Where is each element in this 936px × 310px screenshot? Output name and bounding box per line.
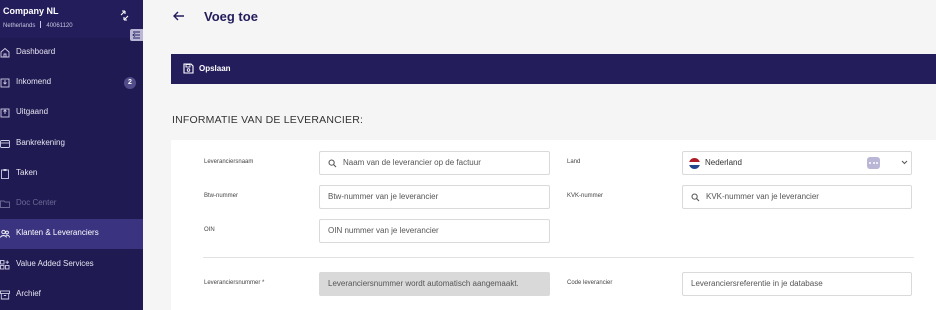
oin-label: OIN — [204, 227, 215, 233]
clipboard-icon — [1, 169, 9, 179]
company-details: Netherlands 40061120 — [3, 21, 73, 29]
country-label: Land — [567, 159, 581, 165]
vat-number-input[interactable]: Btw-nummer van je leverancier — [319, 185, 550, 209]
more-options-button[interactable] — [867, 157, 880, 169]
sidebar-item-label: Inkomend — [16, 77, 52, 86]
sidebar-item-bankrekening[interactable]: Bankrekening — [0, 129, 143, 159]
country-value: Nederland — [705, 158, 742, 167]
outbox-icon — [0, 108, 10, 118]
chevron-down-icon — [901, 160, 908, 165]
supplier-code-placeholder: Leveranciersreferentie in je database — [691, 279, 823, 288]
sidebar-item-label: Taken — [16, 168, 38, 177]
sidebar-item-label: Klanten & Leveranciers — [16, 228, 99, 237]
supplier-name-placeholder: Naam van de leverancier op de factuur — [343, 158, 481, 167]
company-switcher[interactable]: Company NL Netherlands 40061120 — [0, 0, 143, 38]
count-badge: 2 — [124, 77, 136, 89]
company-country: Netherlands — [3, 23, 36, 29]
sidebar-item-archief[interactable]: Archief — [0, 280, 143, 310]
netherlands-flag-icon — [689, 158, 700, 169]
sidebar-item-inkomend[interactable]: Inkomend 2 — [0, 68, 143, 98]
sidebar-item-label: Archief — [16, 289, 41, 298]
sidebar: Company NL Netherlands 40061120 Dashboard… — [0, 0, 143, 310]
sidebar-item-label: Value Added Services — [16, 259, 94, 268]
supplier-name-input[interactable]: Naam van de leverancier op de factuur — [319, 151, 550, 175]
kvk-number-input[interactable]: KVK-nummer van je leverancier — [682, 185, 912, 209]
supplier-name-label: Leveranciersnaam — [204, 159, 254, 165]
sidebar-item-klanten-leveranciers[interactable]: Klanten & Leveranciers — [0, 219, 143, 249]
supplier-number-label: Leveranciersnummer * — [204, 280, 265, 286]
company-id: 40061120 — [46, 23, 73, 29]
separator — [40, 21, 42, 28]
supplier-code-label: Code leverancier — [567, 280, 613, 286]
sidebar-item-label: Uitgaand — [16, 107, 49, 116]
inbox-icon — [0, 78, 10, 88]
users-icon — [0, 229, 10, 238]
supplier-form: Leveranciersnaam Naam van de leverancier… — [171, 140, 936, 310]
kvk-number-label: KVK-nummer — [567, 193, 604, 199]
folder-icon — [0, 200, 10, 208]
home-icon — [0, 47, 10, 58]
section-title: INFORMATIE VAN DE LEVERANCIER: — [172, 114, 364, 126]
sidebar-item-taken[interactable]: Taken — [0, 159, 143, 189]
bank-card-icon — [0, 140, 10, 148]
save-button-label: Opslaan — [199, 64, 231, 73]
form-divider — [203, 257, 914, 258]
sidebar-item-dashboard[interactable]: Dashboard — [0, 38, 143, 68]
supplier-number-input: Leveranciersnummer wordt automatisch aan… — [319, 272, 550, 296]
archive-icon — [0, 290, 10, 300]
company-name: Company NL — [3, 6, 59, 16]
vat-number-placeholder: Btw-nummer van je leverancier — [328, 192, 439, 201]
country-select[interactable]: Nederland — [682, 151, 912, 175]
oin-input[interactable]: OIN nummer van je leverancier — [319, 219, 550, 243]
action-toolbar: Opslaan — [171, 54, 936, 84]
sidebar-item-doc-center: Doc Center — [0, 189, 143, 219]
back-arrow-icon[interactable] — [172, 10, 185, 22]
supplier-code-input[interactable]: Leveranciersreferentie in je database — [682, 272, 912, 296]
page-title: Voeg toe — [204, 9, 258, 24]
sidebar-item-value-added-services[interactable]: Value Added Services — [0, 250, 143, 280]
sidebar-item-uitgaand[interactable]: Uitgaand — [0, 98, 143, 128]
swap-arrows-icon[interactable] — [119, 10, 130, 21]
oin-placeholder: OIN nummer van je leverancier — [328, 226, 439, 235]
search-icon — [691, 193, 700, 202]
sidebar-item-label: Bankrekening — [16, 138, 65, 147]
vat-number-label: Btw-nummer — [204, 193, 239, 199]
kvk-number-placeholder: KVK-nummer van je leverancier — [706, 192, 819, 201]
floppy-disk-icon — [183, 63, 194, 74]
sidebar-item-label: Doc Center — [16, 198, 57, 207]
search-icon — [328, 159, 337, 168]
sidebar-item-label: Dashboard — [16, 47, 56, 56]
supplier-number-placeholder: Leveranciersnummer wordt automatisch aan… — [328, 279, 519, 288]
grid-plus-icon — [0, 260, 10, 270]
